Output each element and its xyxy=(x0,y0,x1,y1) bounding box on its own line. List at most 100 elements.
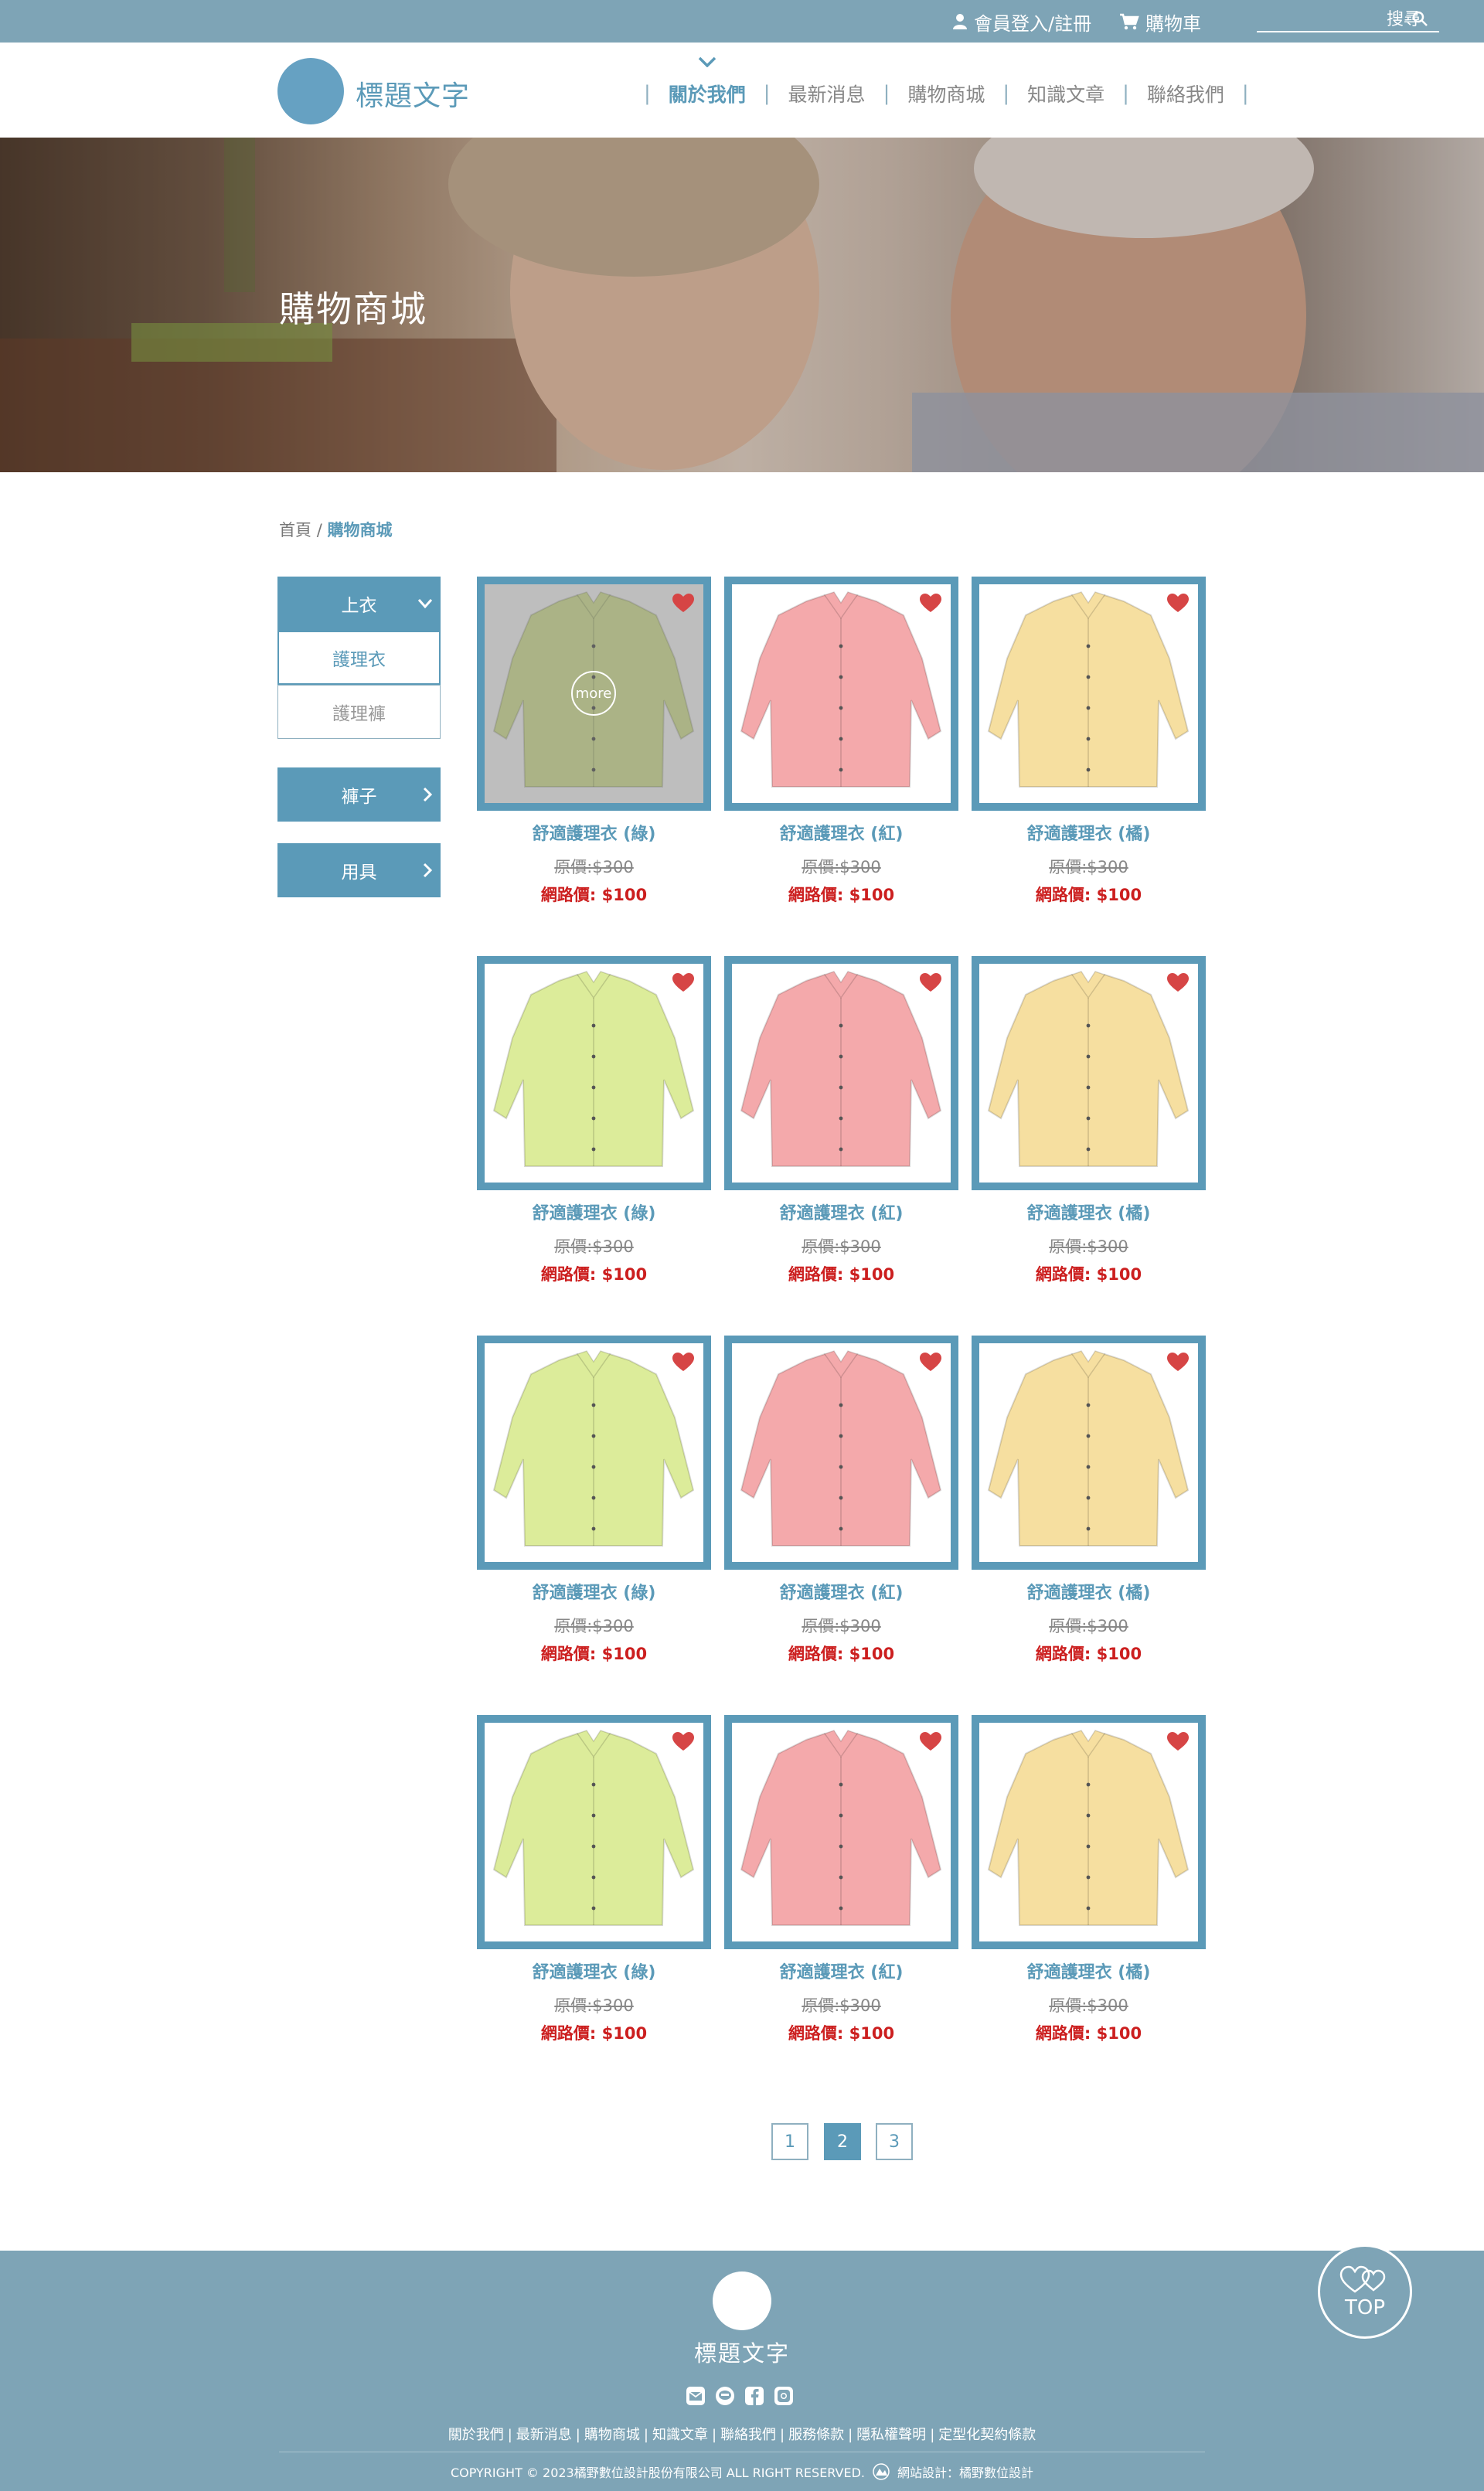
product-name[interactable]: 舒適護理衣 (橘) xyxy=(972,1958,1206,1983)
heart-icon[interactable] xyxy=(1167,973,1189,993)
footer-link-about[interactable]: 關於我們 xyxy=(448,2427,504,2443)
heart-icon[interactable] xyxy=(920,594,941,614)
heart-icon[interactable] xyxy=(672,594,694,614)
product-name[interactable]: 舒適護理衣 (橘) xyxy=(972,1579,1206,1604)
logo[interactable] xyxy=(277,58,344,124)
product-image-frame[interactable] xyxy=(972,1336,1206,1570)
search-box xyxy=(1257,8,1439,32)
product-name[interactable]: 舒適護理衣 (綠) xyxy=(477,820,711,845)
product-image-frame[interactable] xyxy=(724,956,958,1190)
product-original-price: 原價:$300 xyxy=(554,858,634,876)
product-card[interactable]: 舒適護理衣 (橘) 原價:$300 網路價: $100 xyxy=(972,1715,1206,2044)
product-card[interactable]: 舒適護理衣 (綠) 原價:$300 網路價: $100 xyxy=(477,956,711,1285)
footer-link-privacy[interactable]: 隱私權聲明 xyxy=(856,2427,926,2443)
product-name[interactable]: 舒適護理衣 (綠) xyxy=(477,1200,711,1224)
product-card[interactable]: 舒適護理衣 (綠) 原價:$300 網路價: $100 xyxy=(477,1336,711,1665)
nav-separator: | xyxy=(883,82,890,105)
product-image-frame[interactable] xyxy=(477,1715,711,1949)
nav-item-shop[interactable]: 購物商城 xyxy=(907,80,985,107)
product-image-frame[interactable] xyxy=(724,1715,958,1949)
product-card[interactable]: 舒適護理衣 (紅) 原價:$300 網路價: $100 xyxy=(724,956,958,1285)
mail-icon[interactable] xyxy=(685,2385,706,2407)
product-name[interactable]: 舒適護理衣 (綠) xyxy=(477,1579,711,1604)
product-name[interactable]: 舒適護理衣 (紅) xyxy=(724,1200,958,1224)
product-original-price: 原價:$300 xyxy=(1049,1237,1128,1256)
product-name[interactable]: 舒適護理衣 (紅) xyxy=(724,1579,958,1604)
instagram-icon[interactable] xyxy=(773,2385,795,2407)
heart-icon[interactable] xyxy=(920,973,941,993)
product-name[interactable]: 舒適護理衣 (紅) xyxy=(724,1958,958,1983)
heart-icon[interactable] xyxy=(1167,1732,1189,1752)
nav-item-articles[interactable]: 知識文章 xyxy=(1027,80,1104,107)
designer-credit[interactable]: 網站設計：橘野數位設計 xyxy=(897,2462,1033,2481)
nav-item-about[interactable]: 關於我們 xyxy=(669,56,746,107)
product-image-frame[interactable] xyxy=(972,1715,1206,1949)
product-name[interactable]: 舒適護理衣 (橘) xyxy=(972,820,1206,845)
product-card[interactable]: 舒適護理衣 (紅) 原價:$300 網路價: $100 xyxy=(724,1336,958,1665)
product-image-frame[interactable] xyxy=(972,577,1206,811)
nav-item-news[interactable]: 最新消息 xyxy=(788,80,866,107)
page-2-button[interactable]: 2 xyxy=(824,2123,861,2160)
product-image-frame[interactable] xyxy=(477,1336,711,1570)
product-sale-price: 網路價: $100 xyxy=(540,1265,648,1284)
more-button[interactable]: more xyxy=(571,671,616,716)
footer-link-articles[interactable]: 知識文章 xyxy=(652,2427,708,2443)
heart-icon[interactable] xyxy=(920,1732,941,1752)
footer-links: 關於我們 | 最新消息 | 購物商城 | 知識文章 | 聯絡我們 | 服務條款 | 隱私權聲明 | 定型化契… xyxy=(0,2424,1484,2444)
page-1-button[interactable]: 1 xyxy=(771,2123,808,2160)
facebook-icon[interactable] xyxy=(744,2385,765,2407)
product-card[interactable]: 舒適護理衣 (橘) 原價:$300 網路價: $100 xyxy=(972,577,1206,906)
sidebar-category-label: 褲子 xyxy=(341,787,377,807)
shirt-image xyxy=(987,1730,1190,1926)
product-original-price: 原價:$300 xyxy=(802,1617,881,1635)
page-3-button[interactable]: 3 xyxy=(876,2123,913,2160)
product-image-frame[interactable] xyxy=(477,956,711,1190)
heart-icon[interactable] xyxy=(920,1353,941,1373)
footer-link-shop[interactable]: 購物商城 xyxy=(584,2427,640,2443)
product-card[interactable]: 舒適護理衣 (紅) 原價:$300 網路價: $100 xyxy=(724,1715,958,2044)
copyright-text: COPYRIGHT © 2023橘野數位設計股份有限公司 ALL RIGHT R… xyxy=(450,2465,866,2480)
heart-icon[interactable] xyxy=(672,973,694,993)
product-name[interactable]: 舒適護理衣 (橘) xyxy=(972,1200,1206,1224)
product-image-frame[interactable] xyxy=(724,1336,958,1570)
heart-icon[interactable] xyxy=(672,1732,694,1752)
footer-link-contract[interactable]: 定型化契約條款 xyxy=(938,2427,1036,2443)
product-image-frame[interactable] xyxy=(972,956,1206,1190)
product-name[interactable]: 舒適護理衣 (綠) xyxy=(477,1958,711,1983)
product-original-price: 原價:$300 xyxy=(802,1996,881,2015)
breadcrumb-home[interactable]: 首頁 xyxy=(279,521,311,539)
sidebar-category-pants[interactable]: 褲子 xyxy=(277,767,441,822)
chevron-right-icon xyxy=(423,787,433,802)
heart-icon[interactable] xyxy=(1167,594,1189,614)
sidebar-category-supplies[interactable]: 用具 xyxy=(277,843,441,897)
product-image-frame[interactable] xyxy=(724,577,958,811)
footer-logo xyxy=(713,2272,771,2330)
line-icon[interactable] xyxy=(714,2385,736,2407)
product-card[interactable]: 舒適護理衣 (紅) 原價:$300 網路價: $100 xyxy=(724,577,958,906)
footer-link-contact[interactable]: 聯絡我們 xyxy=(720,2427,776,2443)
footer-link-terms[interactable]: 服務條款 xyxy=(788,2427,844,2443)
nav-item-contact[interactable]: 聯絡我們 xyxy=(1147,80,1224,107)
product-image-frame[interactable]: more xyxy=(477,577,711,811)
sidebar-sub-nursing-top[interactable]: 護理衣 xyxy=(277,631,441,685)
nav-separator: | xyxy=(1241,82,1249,105)
back-to-top-button[interactable]: TOP xyxy=(1318,2244,1412,2339)
sidebar-category-label: 用具 xyxy=(341,863,377,883)
shirt-image xyxy=(740,971,942,1167)
sidebar-sub-label: 護理褲 xyxy=(332,704,386,724)
product-name[interactable]: 舒適護理衣 (紅) xyxy=(724,820,958,845)
product-card[interactable]: 舒適護理衣 (橘) 原價:$300 網路價: $100 xyxy=(972,956,1206,1285)
product-card[interactable]: 舒適護理衣 (綠) 原價:$300 網路價: $100 xyxy=(477,1715,711,2044)
heart-icon[interactable] xyxy=(1167,1353,1189,1373)
sidebar-category-tops[interactable]: 上衣 xyxy=(277,577,441,631)
sidebar-sub-nursing-pants[interactable]: 護理褲 xyxy=(277,685,441,739)
breadcrumb-current: 購物商城 xyxy=(327,521,393,539)
cart-link[interactable]: 購物車 xyxy=(1119,10,1201,35)
search-icon[interactable] xyxy=(1411,10,1428,27)
product-card[interactable]: 舒適護理衣 (橘) 原價:$300 網路價: $100 xyxy=(972,1336,1206,1665)
heart-icon[interactable] xyxy=(672,1353,694,1373)
product-card[interactable]: more 舒適護理衣 (綠) 原價:$300 網路價: $100 xyxy=(477,577,711,906)
logo-text[interactable]: 標題文字 xyxy=(356,73,470,114)
footer-link-news[interactable]: 最新消息 xyxy=(516,2427,572,2443)
member-login-link[interactable]: 會員登入/註冊 xyxy=(952,10,1091,35)
